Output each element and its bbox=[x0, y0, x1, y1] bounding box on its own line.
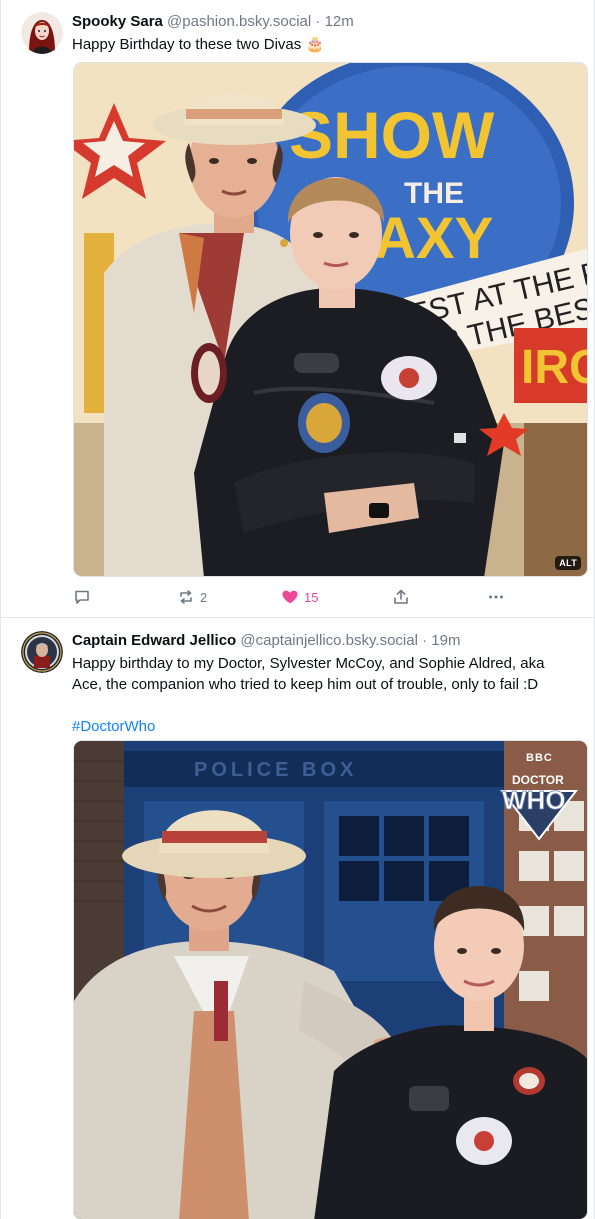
photo-police-box-couple: POLICE BOX BBC DOCTOR WHO bbox=[74, 741, 587, 1219]
police-box-sign: POLICE BOX bbox=[194, 759, 357, 781]
post[interactable]: Spooky Sara @pashion.bsky.social · 12m H… bbox=[1, 0, 594, 618]
logo-bbc: BBC bbox=[526, 752, 553, 764]
alt-text-badge[interactable]: ALT bbox=[555, 556, 581, 570]
heart-filled-icon bbox=[282, 590, 298, 604]
separator-dot: · bbox=[315, 13, 321, 30]
post[interactable]: Captain Edward Jellico @captainjellico.b… bbox=[1, 619, 594, 1219]
poster-text-6: IRC bbox=[521, 341, 588, 394]
photo-circus-poster-couple: SHOW THE AXY EST AT THE PLA OR THE BES I… bbox=[74, 63, 588, 576]
avatar-starfleet-captain-icon bbox=[21, 631, 63, 673]
like-count: 15 bbox=[304, 589, 319, 605]
reply-button[interactable] bbox=[73, 586, 96, 608]
post-actions: 2 15 bbox=[73, 586, 513, 608]
avatar[interactable] bbox=[21, 12, 63, 54]
post-timestamp[interactable]: 12m bbox=[325, 13, 354, 30]
logo-line-2: WHO bbox=[502, 785, 566, 815]
repost-icon bbox=[180, 590, 192, 604]
like-button[interactable]: 15 bbox=[281, 586, 318, 608]
author-handle[interactable]: @pashion.bsky.social bbox=[167, 13, 311, 30]
author-handle[interactable]: @captainjellico.bsky.social bbox=[240, 632, 418, 649]
poster-text-3: AXY bbox=[374, 206, 493, 271]
post-image[interactable]: SHOW THE AXY EST AT THE PLA OR THE BES I… bbox=[73, 62, 588, 577]
hashtag-link[interactable]: #DoctorWho bbox=[72, 718, 155, 735]
separator-dot: · bbox=[422, 632, 428, 649]
avatar-red-haired-woman-icon bbox=[21, 12, 63, 54]
author-display-name[interactable]: Spooky Sara bbox=[72, 13, 163, 30]
share-icon bbox=[394, 589, 408, 604]
post-text: Happy Birthday to these two Divas 🎂 bbox=[72, 36, 325, 53]
avatar[interactable] bbox=[21, 631, 63, 673]
reply-icon bbox=[75, 590, 89, 604]
post-timestamp[interactable]: 19m bbox=[431, 632, 460, 649]
post-header: Spooky Sara @pashion.bsky.social · 12m bbox=[72, 12, 354, 32]
post-text: Happy birthday to my Doctor, Sylvester M… bbox=[72, 653, 576, 737]
post-image[interactable]: POLICE BOX BBC DOCTOR WHO bbox=[73, 740, 588, 1219]
repost-count: 2 bbox=[200, 589, 208, 605]
author-display-name[interactable]: Captain Edward Jellico bbox=[72, 632, 236, 649]
feed: Spooky Sara @pashion.bsky.social · 12m H… bbox=[0, 0, 595, 1219]
repost-button[interactable]: 2 bbox=[177, 586, 207, 608]
post-body-text: Happy birthday to my Doctor, Sylvester M… bbox=[72, 655, 545, 693]
share-button[interactable] bbox=[392, 586, 410, 608]
post-header: Captain Edward Jellico @captainjellico.b… bbox=[72, 631, 460, 651]
poster-text-1: SHOW bbox=[289, 98, 495, 172]
more-options-button[interactable] bbox=[487, 586, 505, 608]
more-dots-icon bbox=[489, 595, 503, 599]
